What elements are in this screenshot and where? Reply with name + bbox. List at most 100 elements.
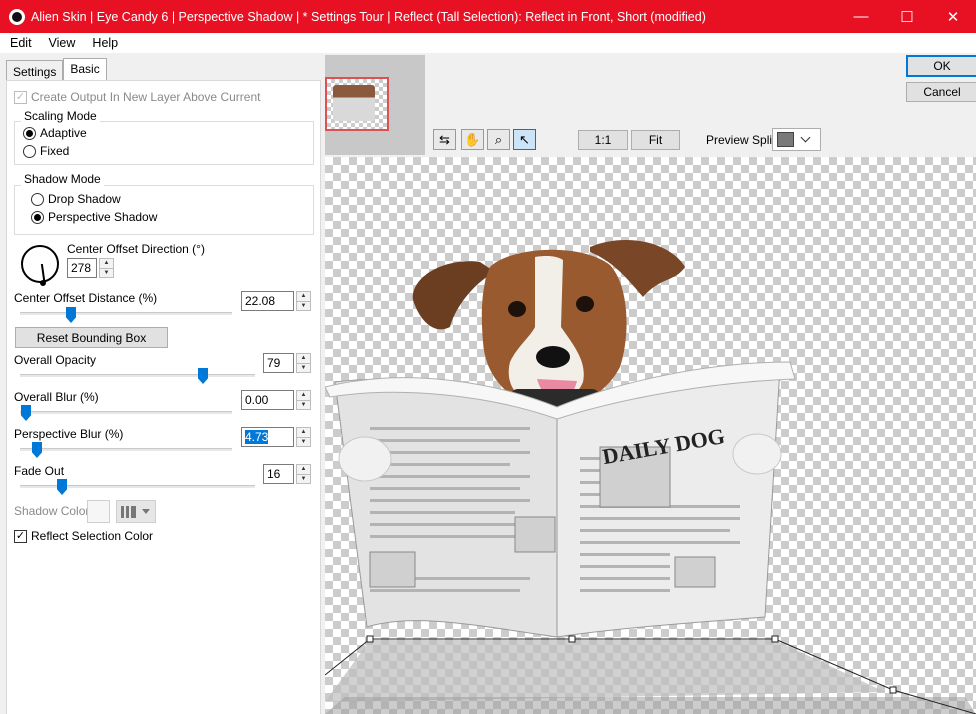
perspective-blur-arrows[interactable]: ▲ ▼ xyxy=(296,427,311,447)
navigator-thumbnail[interactable] xyxy=(325,77,389,131)
preview-split-label: Preview Split: xyxy=(706,133,779,147)
pointer-icon[interactable]: ↖ xyxy=(513,129,536,150)
tab-basic[interactable]: Basic xyxy=(63,58,107,81)
spin-down-icon[interactable]: ▼ xyxy=(100,267,113,278)
zoom-icon[interactable]: ⌕ xyxy=(487,129,510,150)
overall-opacity-track[interactable] xyxy=(20,374,255,377)
fixed-radio[interactable] xyxy=(23,144,36,158)
reflection-shadow xyxy=(325,640,885,702)
adaptive-radio[interactable] xyxy=(23,126,36,140)
overall-blur-arrows[interactable]: ▲ ▼ xyxy=(296,390,311,410)
menu-help[interactable]: Help xyxy=(82,36,125,50)
dog-paw-right xyxy=(732,433,782,475)
perspective-shadow-option[interactable]: Perspective Shadow xyxy=(31,210,157,224)
spin-up-icon[interactable]: ▲ xyxy=(297,465,310,474)
compare-icon[interactable]: ⇆ xyxy=(433,129,456,150)
scaling-mode-title: Scaling Mode xyxy=(21,109,100,123)
overall-blur-track[interactable] xyxy=(20,411,232,414)
spin-down-icon[interactable]: ▼ xyxy=(297,436,310,447)
perspective-blur-thumb[interactable] xyxy=(32,442,42,458)
center-offset-distance-label: Center Offset Distance (%) xyxy=(14,291,158,305)
chevron-down-icon xyxy=(800,132,811,143)
shadow-mode-title: Shadow Mode xyxy=(21,172,104,186)
hand-icon[interactable]: ✋ xyxy=(461,129,484,150)
drop-shadow-option[interactable]: Drop Shadow xyxy=(31,192,121,206)
fade-out-label: Fade Out xyxy=(14,464,65,478)
spin-up-icon[interactable]: ▲ xyxy=(297,428,310,437)
cancel-button[interactable]: Cancel xyxy=(906,82,976,102)
perspective-blur-field[interactable]: 4.73 xyxy=(241,427,294,447)
spin-up-icon[interactable]: ▲ xyxy=(297,292,310,301)
shadow-color-swatch[interactable] xyxy=(87,500,110,523)
overall-blur-thumb[interactable] xyxy=(21,405,31,421)
scaling-fixed-option[interactable]: Fixed xyxy=(23,144,69,158)
newspaper-photo-left xyxy=(369,551,416,588)
overall-opacity-thumb[interactable] xyxy=(198,368,208,384)
title-bar: Alien Skin | Eye Candy 6 | Perspective S… xyxy=(0,0,976,33)
perspective-blur-label: Perspective Blur (%) xyxy=(14,427,124,441)
fixed-label: Fixed xyxy=(40,144,70,158)
drop-shadow-radio[interactable] xyxy=(31,192,44,206)
center-offset-distance-arrows[interactable]: ▲ ▼ xyxy=(296,291,311,311)
perspective-blur-value: 4.73 xyxy=(245,430,269,444)
dog-nose xyxy=(536,346,570,368)
drop-shadow-label: Drop Shadow xyxy=(48,192,121,206)
reflection-fade xyxy=(325,697,976,714)
spin-up-icon[interactable]: ▲ xyxy=(100,259,113,268)
center-offset-distance-thumb[interactable] xyxy=(66,307,76,323)
direction-dial[interactable] xyxy=(21,245,59,286)
fade-out-spinner: 16 ▲ ▼ xyxy=(263,464,311,484)
center-offset-distance-track[interactable] xyxy=(20,312,232,315)
fade-out-thumb[interactable] xyxy=(57,479,67,495)
overall-opacity-spinner: 79 ▲ ▼ xyxy=(263,353,311,373)
menu-edit[interactable]: Edit xyxy=(0,36,39,50)
create-output-checkbox[interactable]: ✓ xyxy=(14,90,27,104)
menu-view[interactable]: View xyxy=(39,36,83,50)
reset-bounding-box-button[interactable]: Reset Bounding Box xyxy=(15,327,168,348)
ok-button[interactable]: OK xyxy=(906,55,976,77)
fade-out-track[interactable] xyxy=(20,485,255,488)
fade-out-arrows[interactable]: ▲ ▼ xyxy=(296,464,311,484)
center-offset-direction-label: Center Offset Direction (°) xyxy=(67,242,205,256)
fade-out-field[interactable]: 16 xyxy=(263,464,294,484)
perspective-shadow-radio[interactable] xyxy=(31,210,44,224)
spin-down-icon[interactable]: ▼ xyxy=(297,362,310,373)
overall-opacity-arrows[interactable]: ▲ ▼ xyxy=(296,353,311,373)
preview-canvas[interactable]: DAILY DOG xyxy=(325,157,976,714)
center-offset-direction-arrows[interactable]: ▲ ▼ xyxy=(99,258,114,278)
center-offset-direction-field[interactable]: 278 xyxy=(67,258,97,278)
spin-down-icon[interactable]: ▼ xyxy=(297,300,310,311)
settings-tabs: Settings Basic xyxy=(6,58,107,81)
fit-button[interactable]: Fit xyxy=(631,130,680,150)
close-button[interactable]: ✕ xyxy=(930,0,976,33)
minimize-button[interactable]: — xyxy=(838,0,884,33)
spin-up-icon[interactable]: ▲ xyxy=(297,354,310,363)
shadow-color-label: Shadow Color xyxy=(14,504,90,518)
overall-opacity-field[interactable]: 79 xyxy=(263,353,294,373)
perspective-blur-spinner: 4.73 ▲ ▼ xyxy=(241,427,311,447)
center-offset-direction-spinner: 278 ▲ ▼ xyxy=(67,258,114,278)
split-swatch xyxy=(777,132,794,147)
center-offset-distance-field[interactable]: 22.08 xyxy=(241,291,294,311)
navigator-panel[interactable] xyxy=(325,55,425,155)
reflect-selection-color-checkbox[interactable]: ✓ xyxy=(14,529,27,543)
window-title: Alien Skin | Eye Candy 6 | Perspective S… xyxy=(31,9,706,24)
spin-down-icon[interactable]: ▼ xyxy=(297,473,310,484)
scaling-adaptive-option[interactable]: Adaptive xyxy=(23,126,87,140)
zoom-1-1-button[interactable]: 1:1 xyxy=(578,130,628,150)
preview-split-dropdown[interactable] xyxy=(772,128,821,151)
tab-settings[interactable]: Settings xyxy=(6,60,64,80)
shadow-color-dropdown[interactable] xyxy=(116,500,156,523)
newspaper-photo-small xyxy=(514,516,556,553)
maximize-button[interactable]: ☐ xyxy=(884,0,930,33)
reflect-selection-color-option[interactable]: ✓ Reflect Selection Color xyxy=(14,529,153,543)
dog-paw-left xyxy=(338,436,392,482)
spin-down-icon[interactable]: ▼ xyxy=(297,399,310,410)
bbox-handle-far xyxy=(889,686,897,694)
perspective-blur-track[interactable] xyxy=(20,448,232,451)
dial-dot xyxy=(40,280,46,286)
bbox-handle-middle xyxy=(568,635,576,643)
spin-up-icon[interactable]: ▲ xyxy=(297,391,310,400)
create-output-option[interactable]: ✓ Create Output In New Layer Above Curre… xyxy=(14,90,260,104)
overall-blur-field[interactable]: 0.00 xyxy=(241,390,294,410)
